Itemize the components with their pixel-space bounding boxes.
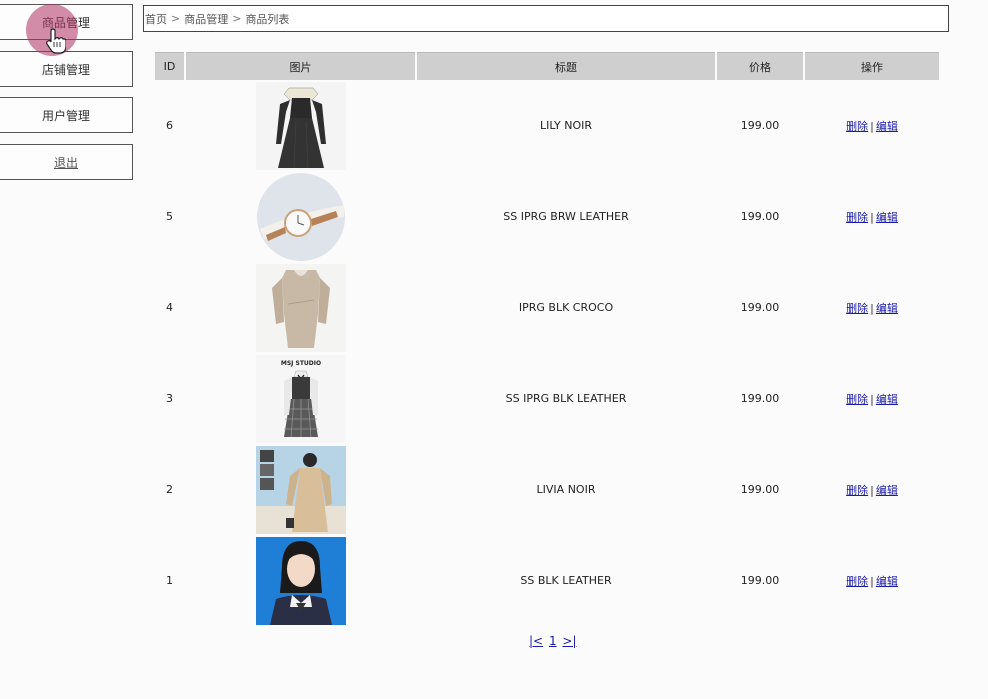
portrait-photo (255, 536, 346, 625)
cell-id: 1 (166, 574, 173, 587)
action-separator: | (870, 483, 874, 497)
cell-id: 5 (166, 210, 173, 223)
sidebar-item-users[interactable]: 用户管理 (0, 97, 133, 133)
column-header-price: 价格 (717, 52, 803, 80)
sidebar-item-shops[interactable]: 店铺管理 (0, 51, 133, 87)
plaid-dress-photo: MSJ STUDIO (255, 354, 346, 443)
table-row: 6 LILY NOIR 199.00 删除 | 编辑 (155, 80, 939, 171)
breadcrumb-separator: > (232, 12, 242, 25)
table-row: 1 SS BLK LEATHER 199.00 删除 | 编辑 (155, 535, 939, 626)
breadcrumb-home[interactable]: 首页 (145, 11, 167, 27)
edit-link[interactable]: 编辑 (876, 120, 898, 133)
cell-price: 199.00 (740, 210, 780, 223)
first-page-link[interactable]: |< (529, 634, 543, 648)
table-row: 5 SS IPRG BRW LEATHER 199.00 删除 | 编辑 (155, 171, 939, 262)
column-header-actions: 操作 (805, 52, 939, 80)
product-table-container: ID 图片 标题 价格 操作 6 LILY NOIR 199.00 删除 | 编… (153, 52, 939, 626)
edit-link[interactable]: 编辑 (876, 393, 898, 406)
cell-title: SS IPRG BRW LEATHER (503, 210, 629, 223)
breadcrumb-current: 商品列表 (245, 12, 290, 26)
cell-id: 6 (166, 119, 173, 132)
pagination: |< 1 >| (528, 634, 578, 648)
cell-image (186, 262, 415, 353)
cell-image (186, 80, 415, 171)
cell-title: IPRG BLK CROCO (518, 301, 614, 314)
cell-price: 199.00 (740, 301, 780, 314)
column-header-id: ID (155, 52, 184, 80)
sidebar-item-label: 用户管理 (41, 108, 90, 123)
cell-actions: 删除 | 编辑 (805, 262, 939, 353)
cell-image (186, 444, 415, 535)
breadcrumb: 首页 > 商品管理 > 商品列表 (143, 5, 949, 32)
edit-link[interactable]: 编辑 (876, 484, 898, 497)
cell-actions: 删除 | 编辑 (805, 171, 939, 262)
delete-link[interactable]: 删除 (846, 211, 868, 224)
trench-coat-photo (255, 445, 346, 534)
action-separator: | (870, 574, 874, 588)
delete-link[interactable]: 删除 (846, 575, 868, 588)
delete-link[interactable]: 删除 (846, 302, 868, 315)
cell-image (186, 535, 415, 626)
cell-actions: 删除 | 编辑 (805, 444, 939, 535)
page-link[interactable]: 1 (549, 634, 557, 648)
watch-photo (256, 172, 345, 261)
delete-link[interactable]: 删除 (846, 484, 868, 497)
product-table: ID 图片 标题 价格 操作 6 LILY NOIR 199.00 删除 | 编… (153, 52, 941, 626)
cell-title: LILY NOIR (539, 119, 593, 132)
action-separator: | (870, 301, 874, 315)
cell-price: 199.00 (740, 392, 780, 405)
cell-actions: 删除 | 编辑 (805, 80, 939, 171)
table-row: 2 LIVIA NOIR 199.00 删除 | 编辑 (155, 444, 939, 535)
cell-id: 4 (166, 301, 173, 314)
cell-actions: 删除 | 编辑 (805, 353, 939, 444)
sidebar-item-logout[interactable]: 退出 (0, 144, 133, 180)
delete-link[interactable]: 删除 (846, 393, 868, 406)
sidebar-item-products[interactable]: 商品管理 (0, 4, 133, 40)
edit-link[interactable]: 编辑 (876, 302, 898, 315)
sidebar-item-label: 商品管理 (41, 15, 90, 30)
delete-link[interactable]: 删除 (846, 120, 868, 133)
cell-id: 2 (166, 483, 173, 496)
breadcrumb-separator: > (171, 12, 181, 25)
cell-id: 3 (166, 392, 173, 405)
cell-price: 199.00 (740, 119, 780, 132)
cell-title: SS IPRG BLK LEATHER (505, 392, 627, 405)
cell-title: LIVIA NOIR (536, 483, 596, 496)
action-separator: | (870, 392, 874, 406)
column-header-image: 图片 (186, 52, 415, 80)
table-row: 4 IPRG BLK CROCO 199.00 删除 | 编辑 (155, 262, 939, 353)
cell-price: 199.00 (740, 483, 780, 496)
table-row: 3 MSJ STUDIO SS IPRG BLK LEATHER 199.00 … (155, 353, 939, 444)
action-separator: | (870, 119, 874, 133)
edit-link[interactable]: 编辑 (876, 575, 898, 588)
column-header-title: 标题 (417, 52, 715, 80)
photo-caption: MSJ STUDIO (280, 360, 320, 367)
sidebar-item-label: 店铺管理 (41, 62, 90, 77)
logout-link[interactable]: 退出 (54, 154, 78, 171)
cell-actions: 删除 | 编辑 (805, 535, 939, 626)
beige-top-photo (255, 263, 346, 352)
edit-link[interactable]: 编辑 (876, 211, 898, 224)
black-dress-photo (255, 81, 346, 170)
breadcrumb-section[interactable]: 商品管理 (184, 11, 228, 27)
cell-title: SS BLK LEATHER (520, 574, 612, 587)
action-separator: | (870, 210, 874, 224)
cell-image (186, 171, 415, 262)
cell-image: MSJ STUDIO (186, 353, 415, 444)
table-header-row: ID 图片 标题 价格 操作 (155, 52, 939, 80)
cell-price: 199.00 (740, 574, 780, 587)
last-page-link[interactable]: >| (562, 634, 576, 648)
